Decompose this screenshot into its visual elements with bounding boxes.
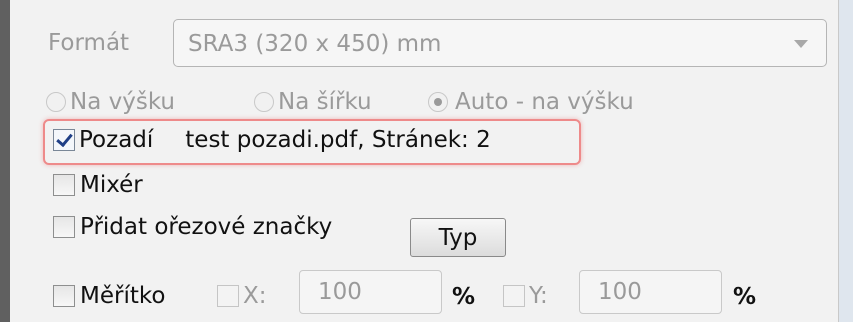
scale-y-checkbox[interactable] xyxy=(503,285,525,307)
orientation-landscape-label: Na šířku xyxy=(278,89,372,115)
format-select[interactable]: SRA3 (320 x 450) mm xyxy=(173,19,827,67)
orientation-landscape[interactable]: Na šířku xyxy=(254,89,372,115)
scale-x-label: X: xyxy=(243,283,267,309)
mixer-checkbox[interactable] xyxy=(53,174,75,196)
background-checkbox[interactable] xyxy=(53,129,75,151)
scale-x-unit: % xyxy=(452,284,476,310)
orientation-auto[interactable]: Auto - na výšku xyxy=(428,89,634,115)
scale-y-option[interactable]: Y: xyxy=(503,283,548,309)
scale-checkbox[interactable] xyxy=(53,285,75,307)
background-file-info: test pozadi.pdf, Stránek: 2 xyxy=(185,127,491,153)
scale-y-label: Y: xyxy=(529,283,548,309)
orientation-portrait-radio[interactable] xyxy=(46,92,66,112)
crop-marks-type-button[interactable]: Typ xyxy=(410,218,506,257)
mixer-option[interactable]: Mixér xyxy=(53,172,143,198)
chevron-down-icon[interactable] xyxy=(794,40,808,48)
mixer-label: Mixér xyxy=(80,172,143,198)
format-label: Formát xyxy=(48,30,130,56)
print-settings-panel: Formát SRA3 (320 x 450) mm Na výšku Na š… xyxy=(10,0,839,322)
window-left-border xyxy=(0,0,10,322)
background-label: Pozadí xyxy=(79,127,154,153)
background-option[interactable]: Pozadí test pozadi.pdf, Stránek: 2 xyxy=(53,127,491,153)
scale-x-checkbox[interactable] xyxy=(217,285,239,307)
orientation-auto-label: Auto - na výšku xyxy=(455,89,634,115)
format-select-value: SRA3 (320 x 450) mm xyxy=(188,31,442,57)
orientation-landscape-radio[interactable] xyxy=(254,92,274,112)
scale-y-unit: % xyxy=(733,284,757,310)
scale-x-option[interactable]: X: xyxy=(217,283,267,309)
orientation-portrait[interactable]: Na výšku xyxy=(46,89,175,115)
scale-option[interactable]: Měřítko xyxy=(53,283,165,309)
crop-marks-checkbox[interactable] xyxy=(53,216,75,238)
scale-label: Měřítko xyxy=(80,283,166,309)
orientation-portrait-label: Na výšku xyxy=(70,89,176,115)
crop-marks-label: Přidat ořezové značky xyxy=(80,214,333,240)
scale-y-input[interactable]: 100 xyxy=(579,270,722,314)
scale-x-input[interactable]: 100 xyxy=(299,270,442,314)
crop-marks-option[interactable]: Přidat ořezové značky xyxy=(53,214,332,240)
orientation-auto-radio[interactable] xyxy=(428,92,448,112)
